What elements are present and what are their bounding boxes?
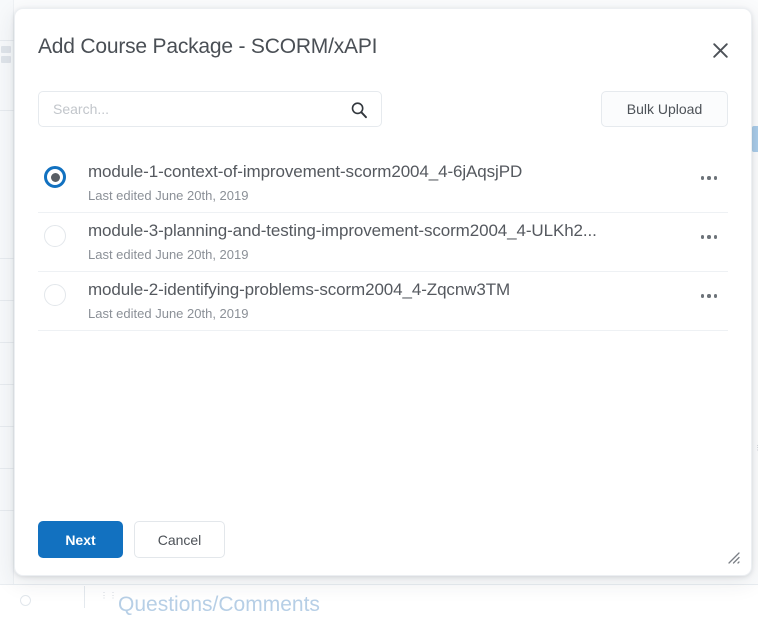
background-divider [0, 468, 14, 469]
background-left-rail [0, 0, 14, 608]
background-divider [0, 40, 14, 41]
background-right-tab [752, 126, 758, 152]
table-row[interactable]: module-3-planning-and-testing-improvemen… [38, 213, 728, 272]
package-last-edited: Last edited June 20th, 2019 [88, 306, 248, 321]
kebab-menu-icon[interactable] [694, 227, 724, 247]
kebab-menu-icon[interactable] [694, 168, 724, 188]
background-divider [0, 426, 14, 427]
background-circle-icon [20, 595, 31, 606]
resize-handle-icon[interactable] [725, 549, 741, 565]
background-chip [1, 56, 11, 63]
package-last-edited: Last edited June 20th, 2019 [88, 188, 248, 203]
search-input[interactable] [51, 92, 351, 126]
search-icon[interactable] [350, 101, 368, 119]
drag-handle-icon: ⋮⋮ [100, 594, 107, 604]
table-row[interactable]: module-2-identifying-problems-scorm2004_… [38, 272, 728, 331]
next-button[interactable]: Next [38, 521, 123, 558]
background-divider [0, 300, 14, 301]
cancel-button[interactable]: Cancel [134, 521, 225, 558]
page-title: Add Course Package - SCORM/xAPI [38, 35, 377, 59]
table-row[interactable]: module-1-context-of-improvement-scorm200… [38, 154, 728, 213]
toolbar: Bulk Upload [38, 91, 728, 127]
kebab-menu-icon[interactable] [694, 286, 724, 306]
background-divider [0, 258, 14, 259]
background-bottom-bar: ⋮⋮ Questions/Comments [0, 584, 758, 608]
close-button[interactable] [705, 35, 735, 65]
background-chip [1, 46, 11, 53]
package-name: module-2-identifying-problems-scorm2004_… [88, 280, 668, 300]
add-course-package-modal: Add Course Package - SCORM/xAPI Bulk Upl… [14, 8, 752, 576]
background-divider [0, 510, 14, 511]
close-icon [712, 42, 729, 59]
background-divider [0, 342, 14, 343]
package-last-edited: Last edited June 20th, 2019 [88, 247, 248, 262]
package-name: module-3-planning-and-testing-improvemen… [88, 221, 668, 241]
background-question-comments-label: Questions/Comments [118, 593, 320, 617]
search-field-wrapper[interactable] [38, 91, 382, 127]
bulk-upload-button[interactable]: Bulk Upload [601, 91, 728, 127]
package-radio[interactable] [44, 284, 66, 306]
background-divider [0, 110, 14, 111]
package-radio-selected[interactable] [44, 166, 66, 188]
background-divider [84, 586, 85, 608]
package-radio[interactable] [44, 225, 66, 247]
background-divider [0, 384, 14, 385]
package-name: module-1-context-of-improvement-scorm200… [88, 162, 668, 182]
course-package-list: module-1-context-of-improvement-scorm200… [38, 154, 728, 331]
